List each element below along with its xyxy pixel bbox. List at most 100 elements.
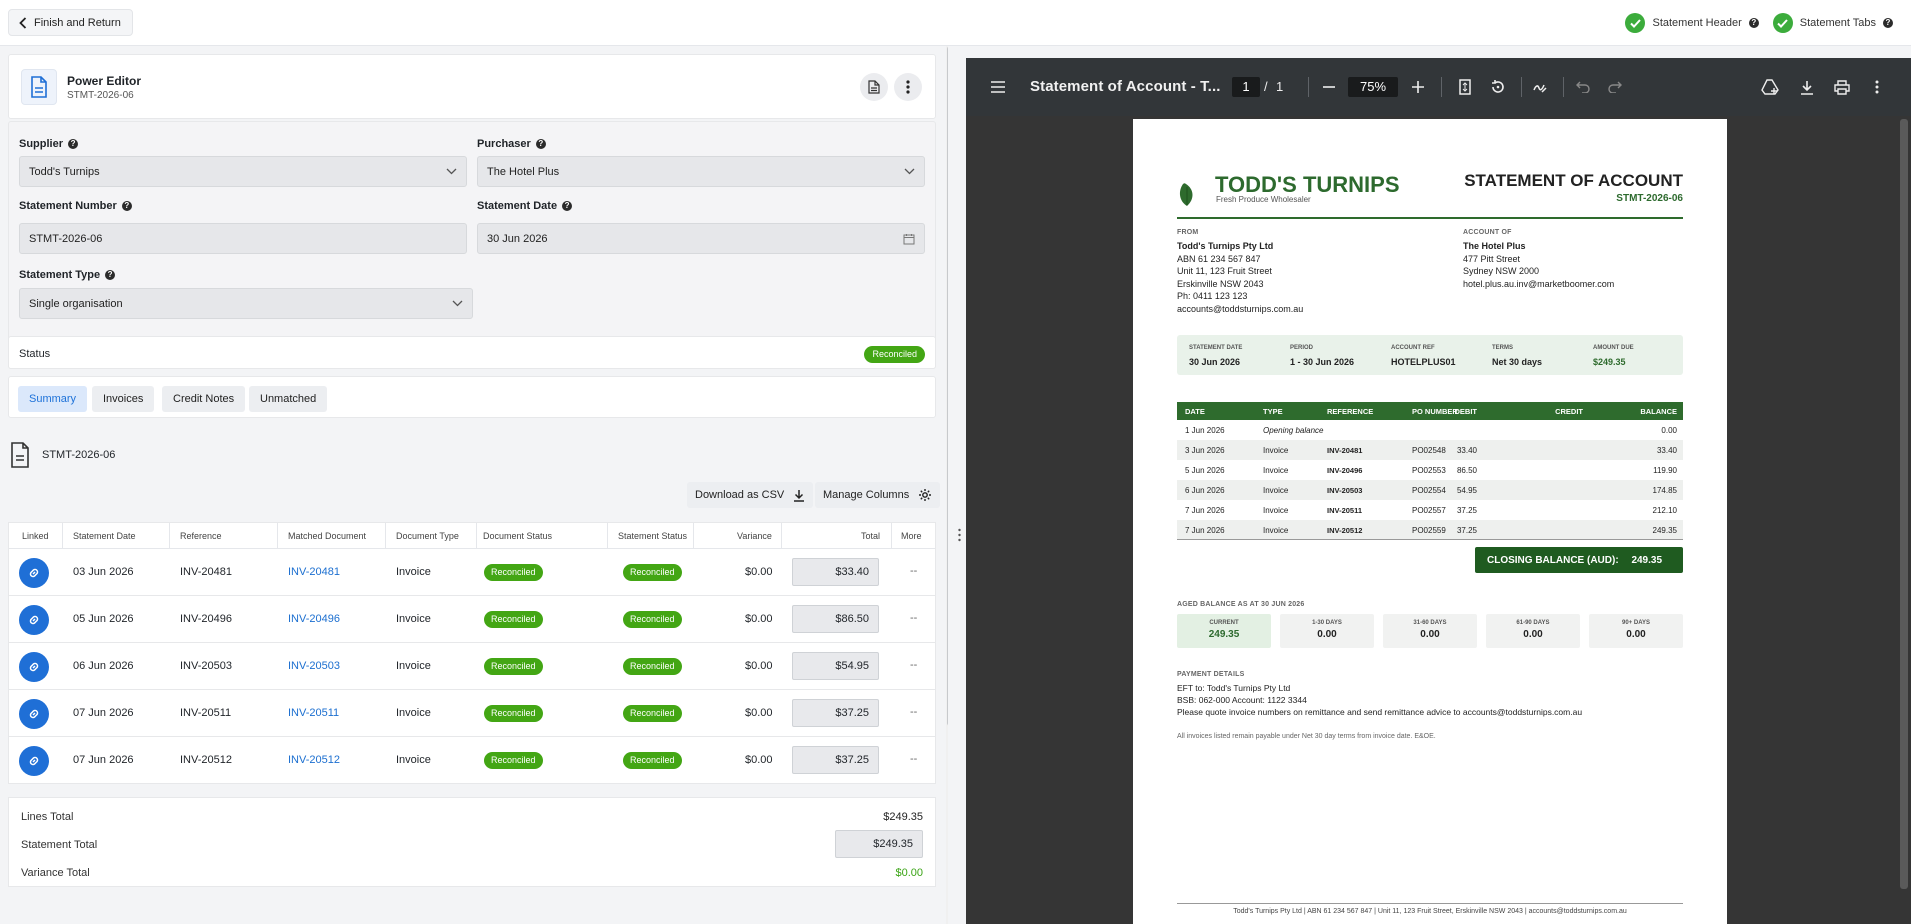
panel-resize-handle[interactable] [954,46,966,924]
status-label: Status [19,348,51,360]
statement-status-badge: Reconciled [623,705,682,722]
table-row[interactable]: 07 Jun 2026 INV-20512 INV-20512 Invoice … [9,737,935,784]
zoom-in-icon[interactable] [1406,75,1430,99]
tab-summary[interactable]: Summary [18,386,88,412]
table-row[interactable]: 03 Jun 2026 INV-20481 INV-20481 Invoice … [9,549,935,596]
left-scrollbar[interactable] [946,46,948,924]
row-total-input[interactable]: $37.25 [792,746,879,774]
row-total-input[interactable]: $37.25 [792,699,879,727]
col-variance[interactable]: Variance [737,531,772,541]
row-more[interactable]: -- [910,612,917,624]
col-statement-date[interactable]: Statement Date [73,531,136,541]
col-document-status[interactable]: Document Status [483,531,552,541]
col-reference[interactable]: Reference [180,531,222,541]
help-icon[interactable]: ? [121,201,132,211]
statement-summary: STATEMENT DATE 30 Jun 2026 PERIOD 1 - 30… [1177,335,1683,375]
pdf-scrollbar[interactable] [1900,119,1908,889]
link-icon[interactable] [19,699,49,729]
supplier-select[interactable]: Todd's Turnips [19,156,467,187]
more-options-button[interactable] [894,73,922,101]
matched-document-link[interactable]: INV-20511 [288,707,339,719]
col-total[interactable]: Total [861,531,880,541]
menu-icon[interactable] [986,75,1010,99]
tab-unmatched[interactable]: Unmatched [249,386,328,412]
row-more[interactable]: -- [910,706,917,718]
view-document-button[interactable] [860,73,888,101]
row-doc-type: Invoice [396,754,431,766]
col-linked[interactable]: Linked [22,531,49,541]
th-date: DATE [1185,407,1205,416]
col-matched-document[interactable]: Matched Document [288,531,366,541]
table-row[interactable]: 07 Jun 2026 INV-20511 INV-20511 Invoice … [9,690,935,737]
calendar-icon[interactable] [903,233,915,245]
link-icon[interactable] [19,558,49,588]
help-icon[interactable]: ? [68,139,79,149]
redo-icon[interactable] [1603,75,1627,99]
table-header: Linked Statement Date Reference Matched … [9,523,935,549]
gear-icon [918,488,932,502]
row-total-input[interactable]: $86.50 [792,605,879,633]
help-icon[interactable]: ? [1748,18,1759,28]
col-statement-status[interactable]: Statement Status [618,531,687,541]
col-more[interactable]: More [901,531,922,541]
zoom-level[interactable]: 75% [1348,77,1398,97]
help-icon[interactable]: ? [105,270,116,280]
link-icon[interactable] [19,652,49,682]
statement-document: STMT-2026-06 [10,442,115,468]
chevron-down-icon [452,300,463,307]
row-more[interactable]: -- [910,753,917,765]
statement-type-select[interactable]: Single organisation [19,288,473,319]
row-variance: $0.00 [745,660,773,672]
manage-columns-button[interactable]: Manage Columns [815,482,941,508]
row-total-input[interactable]: $33.40 [792,558,879,586]
scroll-thumb[interactable] [947,46,948,726]
matched-document-link[interactable]: INV-20503 [288,660,340,672]
account-line: 477 Pitt Street [1463,254,1521,264]
tab-credit-notes[interactable]: Credit Notes [162,386,246,412]
download-csv-button[interactable]: Download as CSV [687,482,814,508]
row-reference: INV-20511 [180,707,232,719]
statement-number-input[interactable]: STMT-2026-06 [19,223,467,254]
status-bar: Status Reconciled [8,336,936,369]
print-icon[interactable] [1830,75,1854,99]
row-doc-type: Invoice [396,566,431,578]
help-icon[interactable]: ? [535,139,546,149]
rotate-icon[interactable] [1486,75,1510,99]
row-total-input[interactable]: $54.95 [792,652,879,680]
closing-balance-label: CLOSING BALANCE (AUD): [1487,555,1619,566]
fit-page-icon[interactable] [1453,75,1477,99]
statement-total-input[interactable]: $249.35 [835,830,923,858]
summary-value: $249.35 [1593,357,1626,367]
page-separator: / [1264,79,1268,94]
page-number-input[interactable]: 1 [1232,77,1260,97]
download-icon[interactable] [1795,75,1819,99]
from-line: Ph: 0411 123 123 [1177,291,1248,301]
help-icon[interactable]: ? [562,201,573,211]
purchaser-select[interactable]: The Hotel Plus [477,156,925,187]
matched-document-link[interactable]: INV-20512 [288,754,340,766]
summary-value: 30 Jun 2026 [1189,357,1241,367]
finish-and-return-button[interactable]: Finish and Return [8,9,133,36]
tab-invoices[interactable]: Invoices [92,386,155,412]
matched-document-link[interactable]: INV-20481 [288,566,340,578]
col-document-type[interactable]: Document Type [396,531,459,541]
aged-bucket: 90+ DAYS 0.00 [1589,614,1683,648]
tx-date: 5 Jun 2026 [1185,466,1225,475]
annotate-icon[interactable] [1528,75,1552,99]
add-to-drive-icon[interactable] [1758,75,1782,99]
undo-icon[interactable] [1571,75,1595,99]
aged-bucket: 31-60 DAYS 0.00 [1383,614,1477,648]
table-row[interactable]: 06 Jun 2026 INV-20503 INV-20503 Invoice … [9,643,935,690]
link-icon[interactable] [19,605,49,635]
help-icon[interactable]: ? [1883,18,1893,28]
zoom-out-icon[interactable] [1317,75,1341,99]
supplier-label: Supplier? [19,138,79,150]
statement-date-input[interactable]: 30 Jun 2026 [477,223,925,254]
row-more[interactable]: -- [910,565,917,577]
row-more[interactable]: -- [910,659,917,671]
more-vertical-icon[interactable] [1865,75,1889,99]
table-row[interactable]: 05 Jun 2026 INV-20496 INV-20496 Invoice … [9,596,935,643]
matched-document-link[interactable]: INV-20496 [288,613,340,625]
th-reference: REFERENCE [1327,407,1374,416]
link-icon[interactable] [19,746,49,776]
